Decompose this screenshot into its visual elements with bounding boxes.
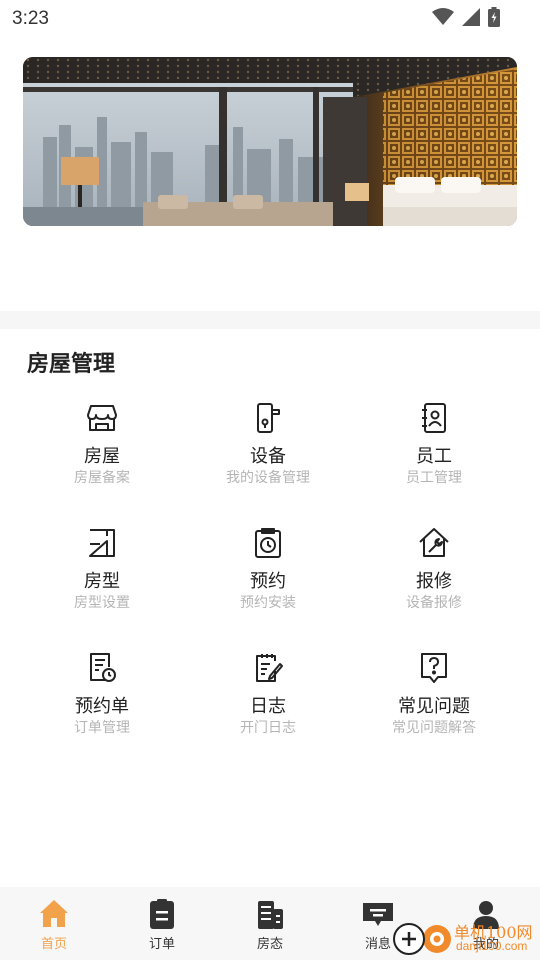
clock-clipboard-icon — [255, 528, 281, 558]
grid-item-faq[interactable]: 常见问题 常见问题解答 — [351, 648, 517, 773]
building-icon — [258, 901, 283, 929]
grid-item-house[interactable]: 房屋 房屋备案 — [19, 398, 185, 523]
watermark-sub: danji100.com — [456, 939, 528, 953]
grid-item-sub: 订单管理 — [74, 719, 130, 735]
wifi-icon — [432, 8, 454, 25]
floor-plan-icon — [89, 529, 115, 557]
grid-item-booking-order[interactable]: 预约单 订单管理 — [19, 648, 185, 773]
grid-item-label: 房屋 — [84, 446, 120, 466]
grid-item-label: 日志 — [250, 696, 286, 716]
banner-image[interactable] — [23, 57, 517, 226]
clipboard-icon — [150, 899, 174, 929]
battery-icon — [488, 7, 500, 27]
question-shield-icon — [421, 653, 447, 683]
tab-home[interactable]: 首页 — [0, 887, 108, 960]
watermark: 单机100网 danji100.com — [392, 915, 540, 960]
grid-item-label: 员工 — [416, 446, 452, 466]
grid-item-appointment[interactable]: 预约 预约安装 — [185, 523, 351, 648]
grid-item-sub: 常见问题解答 — [392, 719, 476, 735]
grid-item-repair[interactable]: 报修 设备报修 — [351, 523, 517, 648]
message-icon — [363, 903, 393, 926]
grid-item-sub: 房屋备案 — [74, 469, 130, 485]
status-icons — [432, 7, 500, 27]
watermark-logo-icon — [393, 923, 451, 955]
status-time: 3:23 — [12, 8, 49, 29]
grid-item-device[interactable]: 设备 我的设备管理 — [185, 398, 351, 523]
grid-item-label: 常见问题 — [398, 696, 470, 716]
grid-item-label: 预约 — [250, 571, 286, 591]
notepad-pen-icon — [256, 654, 283, 682]
tab-orders[interactable]: 订单 — [108, 887, 216, 960]
grid-item-label: 预约单 — [75, 696, 129, 716]
contacts-book-icon — [422, 403, 446, 433]
function-grid: 房屋 房屋备案 设备 我的设备管理 员工 员工管理 房型 房型设置 预约 预约安… — [19, 398, 519, 773]
grid-item-sub: 我的设备管理 — [226, 469, 310, 485]
section-title: 房屋管理 — [27, 351, 116, 376]
grid-item-log[interactable]: 日志 开门日志 — [185, 648, 351, 773]
grid-item-label: 报修 — [416, 571, 452, 591]
grid-item-label: 设备 — [250, 446, 286, 466]
grid-item-sub: 预约安装 — [240, 594, 296, 610]
hotel-room-photo — [23, 57, 517, 226]
tab-label: 消息 — [364, 936, 391, 951]
door-lock-icon — [257, 403, 280, 433]
home-icon — [40, 900, 68, 927]
tab-room-status[interactable]: 房态 — [216, 887, 324, 960]
wrench-house-icon — [419, 528, 449, 557]
tab-label: 订单 — [148, 936, 175, 951]
grid-item-staff[interactable]: 员工 员工管理 — [351, 398, 517, 523]
grid-item-label: 房型 — [84, 571, 120, 591]
grid-item-sub: 员工管理 — [406, 469, 462, 485]
grid-item-sub: 设备报修 — [406, 594, 462, 610]
tab-label: 首页 — [40, 936, 67, 951]
signal-icon — [462, 8, 480, 26]
grid-item-sub: 房型设置 — [74, 594, 130, 610]
tab-label: 房态 — [256, 936, 283, 951]
document-clock-icon — [90, 653, 116, 682]
status-bar: 3:23 — [0, 0, 540, 36]
section-divider — [0, 311, 540, 329]
grid-item-room-type[interactable]: 房型 房型设置 — [19, 523, 185, 648]
grid-item-sub: 开门日志 — [240, 719, 296, 735]
store-icon — [87, 405, 117, 431]
